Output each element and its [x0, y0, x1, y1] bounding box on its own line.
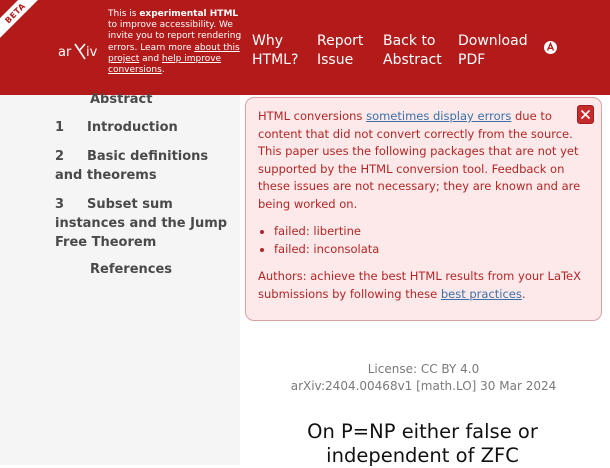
best-practices-link[interactable]: best practices [441, 287, 522, 301]
license-text: License: CC BY 4.0 [367, 362, 480, 376]
toc-label: References [90, 262, 173, 277]
svg-text:ar: ar [58, 45, 72, 60]
back-to-abstract-link[interactable]: Back to Abstract [383, 32, 442, 70]
beta-label: BETA [3, 1, 27, 25]
arxiv-logo[interactable]: ar iv [58, 38, 108, 64]
toc-number: 1 [55, 120, 65, 135]
paper-title: On P=NP either false or independent of Z… [307, 420, 538, 467]
download-pdf-link[interactable]: Download PDF [458, 32, 528, 70]
notice-text-end: . [161, 65, 165, 76]
alert-outro-end: . [521, 286, 526, 301]
conversion-error-alert: HTML conversions sometimes display error… [245, 97, 602, 321]
alert-body: HTML conversions sometimes display error… [258, 108, 594, 303]
notice-bold: experimental HTML [139, 9, 239, 19]
why-html-line2: HTML? [252, 52, 299, 68]
list-item: failed: inconsolata [274, 241, 594, 259]
alert-outro-text: Authors: achieve the best HTML results f… [258, 269, 582, 301]
toc-label: Abstract [90, 92, 153, 107]
download-pdf-line2: PDF [458, 52, 486, 68]
toc-label: Basic definitions and theorems [55, 149, 209, 183]
theme-toggle-icon[interactable] [543, 40, 558, 55]
top-header: BETA ar iv This is experimental HTML to … [0, 0, 610, 95]
toc-label: Introduction [87, 120, 178, 135]
toc-item-references[interactable]: References [90, 260, 172, 279]
svg-text:iv: iv [86, 45, 98, 60]
experimental-notice: This is experimental HTML to improve acc… [108, 9, 242, 76]
notice-text-and: and [139, 53, 162, 64]
report-issue-line2: Issue [317, 52, 354, 68]
back-to-abstract-line2: Abstract [383, 52, 442, 68]
report-issue-line1: Report [317, 33, 364, 49]
list-item: failed: libertine [274, 223, 594, 241]
download-pdf-line1: Download [458, 33, 528, 49]
report-issue-link[interactable]: Report Issue [317, 32, 363, 70]
table-of-contents: Abstract 1 Introduction 2 Basic definitio… [0, 92, 240, 465]
arxiv-logo-icon: ar iv [58, 43, 98, 60]
alert-intro-text-post: due to content that did not convert corr… [258, 109, 581, 211]
toc-number: 3 [55, 197, 65, 212]
toc-item-subset-sum: 3 [55, 195, 87, 214]
arxiv-identifier: arXiv:2404.00468v1 [math.LO] 30 Mar 2024 [290, 379, 557, 393]
failed-packages-list: failed: libertine failed: inconsolata [258, 223, 594, 258]
sometimes-display-errors-link[interactable]: sometimes display errors [366, 109, 511, 123]
alert-intro: HTML conversions sometimes display error… [258, 108, 594, 213]
notice-text: This is [108, 9, 140, 19]
toc-item-basic-definitions-label[interactable]: Basic definitions and theorems [55, 147, 235, 185]
why-html-link[interactable]: Why HTML? [252, 32, 298, 70]
beta-ribbon: BETA [0, 0, 41, 39]
back-to-abstract-line1: Back to [383, 33, 436, 49]
toc-item-introduction[interactable]: 1 Introduction [55, 118, 178, 137]
toc-item-abstract[interactable]: Abstract [90, 90, 152, 109]
alert-outro: Authors: achieve the best HTML results f… [258, 268, 594, 303]
why-html-line1: Why [252, 33, 284, 49]
alert-intro-text: HTML conversions [258, 109, 367, 123]
